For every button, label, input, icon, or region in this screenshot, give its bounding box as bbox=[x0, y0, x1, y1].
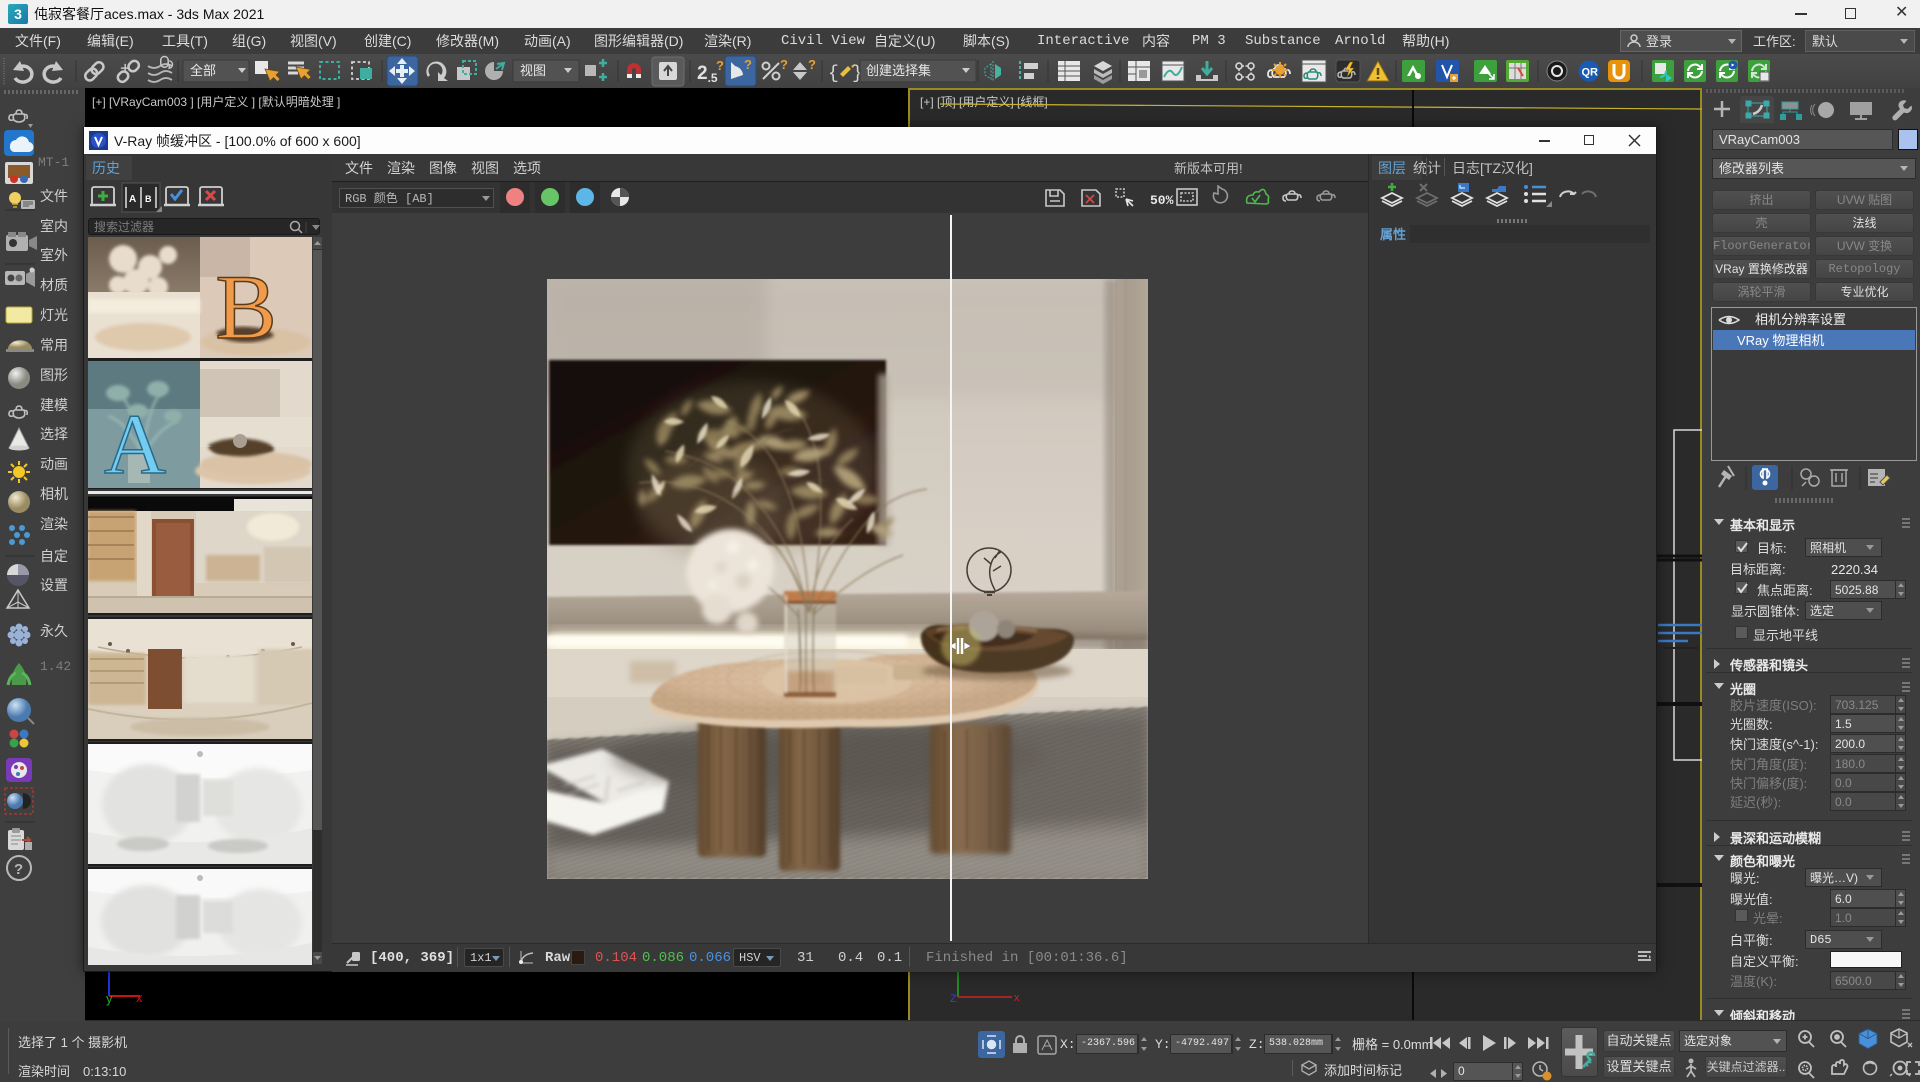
svg-text:Z: Z bbox=[950, 993, 957, 1005]
svg-text:?: ? bbox=[780, 57, 788, 72]
svg-text:A: A bbox=[104, 396, 166, 492]
svg-text:A: A bbox=[129, 194, 136, 205]
svg-text:B: B bbox=[145, 194, 152, 204]
svg-text:视图: 视图 bbox=[520, 63, 546, 78]
svg-text:?: ? bbox=[14, 861, 23, 878]
svg-text:QR: QR bbox=[1582, 67, 1599, 79]
svg-text:B: B bbox=[215, 256, 276, 358]
svg-text:x: x bbox=[1014, 992, 1020, 1004]
svg-text:?: ? bbox=[744, 57, 752, 72]
svg-text:创建选择集: 创建选择集 bbox=[866, 63, 931, 78]
svg-text:2.5: 2.5 bbox=[697, 63, 718, 85]
svg-text:全部: 全部 bbox=[190, 63, 216, 78]
svg-text:{: { bbox=[828, 64, 839, 84]
svg-text:y: y bbox=[106, 991, 113, 1006]
svg-text:50%: 50% bbox=[1150, 193, 1174, 208]
svg-text:?: ? bbox=[716, 58, 724, 73]
svg-text:?: ? bbox=[808, 57, 816, 72]
svg-text:x: x bbox=[136, 990, 143, 1005]
